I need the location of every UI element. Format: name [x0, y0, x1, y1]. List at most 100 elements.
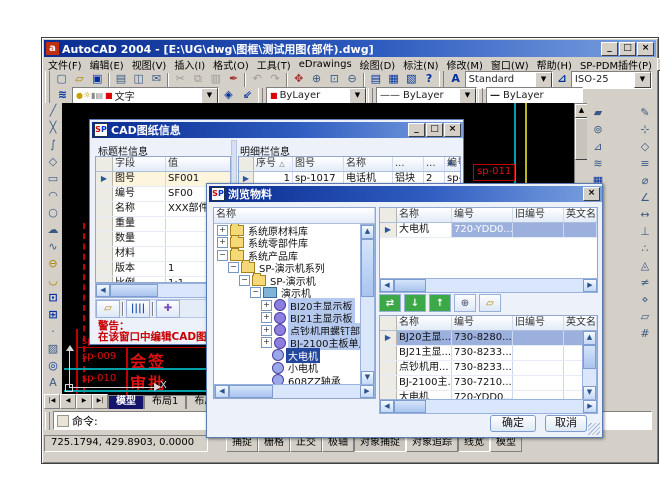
tolerance-icon[interactable]: ≠	[636, 275, 655, 292]
tool-palettes-icon[interactable]: ▧	[402, 71, 420, 88]
toolbar-grip[interactable]	[258, 88, 263, 103]
baseline-dim-icon[interactable]: ⊥	[636, 224, 655, 241]
title-bar[interactable]: a AutoCAD 2004 - [E:\UG\dwg\图框\测试用图(部件).…	[44, 40, 656, 57]
offset-icon[interactable]: ≋	[589, 156, 608, 173]
scroll-left-icon[interactable]: ◀	[215, 385, 229, 398]
column-header[interactable]: 名称	[397, 208, 452, 222]
plot-preview-icon[interactable]: ◫	[130, 71, 148, 88]
cut-icon[interactable]: ✂	[171, 71, 189, 88]
make-block-icon[interactable]: ⊞	[44, 307, 63, 324]
redo-icon[interactable]: ↷	[266, 71, 284, 88]
ordinate-dim-icon[interactable]: ◇	[636, 139, 655, 156]
scroll-up-icon[interactable]: ▲	[361, 225, 374, 239]
selected-material-grid[interactable]: 名称 编号 旧编号 英文名称 ▶ 大电机 720-YDD0...	[379, 207, 598, 279]
dim-style-edit-icon[interactable]: #	[636, 326, 655, 343]
scroll-right-icon[interactable]: ▶	[583, 279, 597, 292]
scroll-left-icon[interactable]: ◀	[380, 400, 394, 413]
make-layer-current-icon[interactable]: ◈	[219, 87, 238, 104]
angular-dim-icon[interactable]: ∠	[636, 190, 655, 207]
expand-icon[interactable]: +	[261, 325, 272, 336]
dim-style-combo[interactable]: ISO-25 ▼	[571, 71, 652, 89]
mirror-icon[interactable]: ⊿	[589, 139, 608, 156]
coordinates-readout[interactable]: 725.1794, 429.8903, 0.0000	[44, 435, 208, 452]
region-icon[interactable]: ◎	[44, 358, 63, 375]
column-header[interactable]: 英文名称	[564, 316, 597, 330]
menu-edrawings[interactable]: eDrawings	[295, 58, 356, 71]
match-properties-icon[interactable]: ✒	[225, 71, 243, 88]
circle-icon[interactable]: ○	[44, 205, 63, 222]
quick-dim-icon[interactable]: ↔	[636, 207, 655, 224]
construction-line-icon[interactable]: ╳	[44, 120, 63, 137]
minimize-button[interactable]: _	[601, 42, 618, 56]
menu-dimension[interactable]: 标注(N)	[399, 56, 442, 73]
polygon-icon[interactable]: ◇	[44, 154, 63, 171]
collapse-icon[interactable]: −	[228, 262, 239, 273]
column-header[interactable]: 序号 △	[254, 157, 293, 171]
command-grip[interactable]	[45, 412, 50, 430]
ellipse-icon[interactable]: ⊖	[44, 256, 63, 273]
scroll-up-icon[interactable]: ▲	[448, 158, 453, 166]
open-file-icon[interactable]: ▱	[71, 71, 89, 88]
erase-icon[interactable]: ▰	[589, 105, 608, 122]
browse-title-bar[interactable]: SP 浏览物料 ×	[209, 186, 602, 202]
tree-header[interactable]: 名称	[214, 208, 375, 223]
menu-edit[interactable]: 编辑(E)	[86, 56, 128, 73]
transfer-icon[interactable]: ⇄	[379, 294, 401, 312]
menu-tools[interactable]: 工具(T)	[253, 56, 295, 73]
linear-dim-icon[interactable]: ✎	[636, 105, 655, 122]
cancel-button[interactable]: 取消	[545, 415, 587, 432]
layer-previous-icon[interactable]: ⇙	[238, 87, 257, 104]
chevron-down-icon[interactable]: ▼	[535, 72, 552, 88]
scroll-up-icon[interactable]: ▲	[583, 331, 596, 345]
chevron-down-icon[interactable]: ▼	[634, 72, 651, 88]
collapse-icon[interactable]: −	[250, 287, 261, 298]
search-icon[interactable]: ⊕	[454, 294, 476, 312]
tree-hscrollbar[interactable]: ◀ ▶	[214, 384, 375, 399]
line-icon[interactable]: ╱	[44, 103, 63, 120]
toolbar-grip[interactable]	[45, 88, 50, 103]
expand-icon[interactable]: +	[217, 237, 228, 248]
expand-icon[interactable]: +	[261, 337, 272, 348]
help-icon[interactable]: ?	[420, 71, 438, 88]
menu-format[interactable]: 格式(O)	[209, 56, 253, 73]
publish-icon[interactable]: ✉	[148, 71, 166, 88]
add-record-icon[interactable]: ✚	[156, 300, 180, 318]
column-header[interactable]: 英文名称	[564, 208, 597, 222]
copy-icon[interactable]: ⧉	[189, 71, 207, 88]
column-header[interactable]: 图号	[293, 157, 344, 171]
menu-insert[interactable]: 插入(I)	[170, 56, 209, 73]
material-list-grid[interactable]: 名称 编号 旧编号 英文名称 ▶ BJ20主显... 730-8280... B…	[379, 315, 598, 400]
ellipse-arc-icon[interactable]: ◡	[44, 273, 63, 290]
linetype-combo[interactable]: —— ByLayer ▼	[376, 87, 477, 105]
layer-manager-icon[interactable]: ≋	[53, 87, 72, 104]
cad-info-title-bar[interactable]: SP CAD图纸信息 _ □ ×	[92, 122, 463, 138]
polyline-icon[interactable]: ∫	[44, 137, 63, 154]
diameter-dim-icon[interactable]: ⌀	[636, 173, 655, 190]
chevron-down-icon[interactable]: ▼	[201, 88, 218, 104]
toolbar-grip[interactable]	[45, 71, 50, 88]
aligned-dim-icon[interactable]: ⊹	[636, 122, 655, 139]
paste-icon[interactable]: ▥	[207, 71, 225, 88]
toolbar-grip[interactable]	[439, 71, 444, 88]
undo-icon[interactable]: ↶	[248, 71, 266, 88]
resize-grip[interactable]	[588, 423, 600, 435]
column-header[interactable]: 名称	[344, 157, 393, 171]
scroll-right-icon[interactable]: ▶	[583, 400, 597, 413]
scroll-left-icon[interactable]: ◀	[96, 284, 110, 297]
hatch-icon[interactable]: ▨	[44, 341, 63, 358]
toolbar-grip[interactable]	[368, 88, 373, 103]
dim-edit-icon[interactable]: ▱	[636, 309, 655, 326]
zoom-window-icon[interactable]: ⊡	[325, 71, 343, 88]
rectangle-icon[interactable]: ▭	[44, 171, 63, 188]
column-header[interactable]: 旧编号	[513, 208, 564, 222]
scroll-down-icon[interactable]: ▼	[361, 371, 374, 384]
collapse-icon[interactable]: −	[239, 275, 250, 286]
menu-draw[interactable]: 绘图(D)	[356, 56, 400, 73]
minimize-button[interactable]: _	[408, 123, 425, 137]
copy-object-icon[interactable]: ⊚	[589, 122, 608, 139]
table-row[interactable]: ▶ BJ20主显... 730-8280...	[380, 331, 597, 346]
leader-icon[interactable]: ◬	[636, 258, 655, 275]
column-header[interactable]: 旧编号	[513, 316, 564, 330]
tab-first-icon[interactable]: |◀	[44, 394, 60, 409]
chevron-down-icon[interactable]: ▼	[459, 88, 476, 104]
